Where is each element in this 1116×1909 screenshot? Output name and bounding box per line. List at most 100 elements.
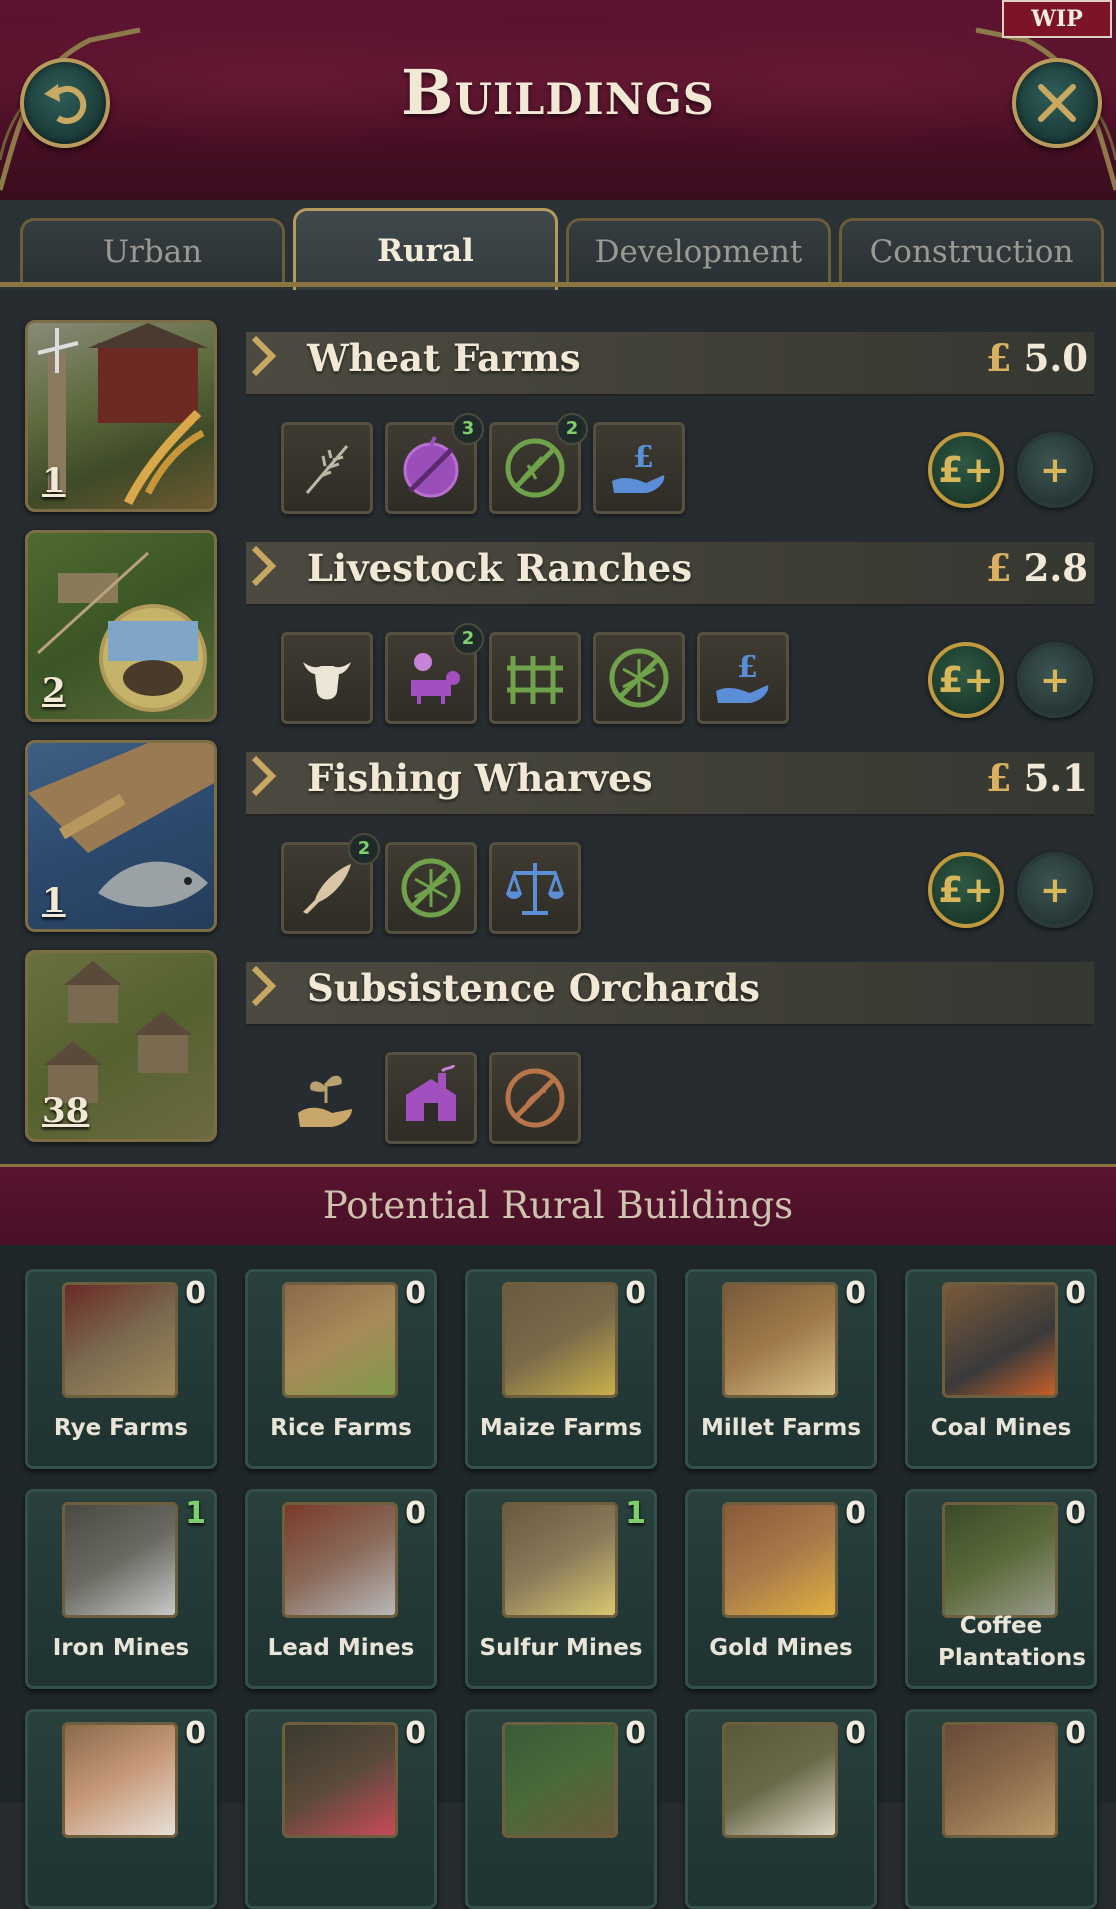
- ownership-merchant[interactable]: [489, 842, 581, 934]
- back-button[interactable]: [20, 58, 110, 148]
- card-label: Rice Farms: [270, 1415, 412, 1441]
- potential-card-gold-mines[interactable]: 0 Gold Mines: [685, 1489, 877, 1689]
- building-row-livestock-ranches: 2 Livestock Ranches £2.8 2 £ £+ +: [0, 530, 1116, 738]
- level-badge: 2: [348, 833, 380, 865]
- tea-plantations-image: [722, 1722, 838, 1838]
- card-label: Maize Farms: [479, 1415, 643, 1441]
- invest-button[interactable]: £+: [928, 432, 1004, 508]
- card-label: Gold Mines: [709, 1635, 853, 1661]
- no-weeds-icon: [505, 438, 565, 498]
- potential-card-sulfur-mines[interactable]: 1 Sulfur Mines: [465, 1489, 657, 1689]
- potential-card-tobacco-plantations[interactable]: 0: [465, 1709, 657, 1909]
- production-method-no-weeds[interactable]: 2: [489, 413, 588, 514]
- invest-button[interactable]: £+: [928, 642, 1004, 718]
- lead-mines-image: [282, 1502, 398, 1618]
- chevron-right-icon[interactable]: [248, 754, 278, 798]
- potential-card-dye-plantations[interactable]: 0: [245, 1709, 437, 1909]
- card-label: Rye Farms: [53, 1415, 189, 1441]
- tab-bar: Urban Rural Development Construction: [0, 200, 1116, 290]
- production-method-fishing[interactable]: 2: [281, 833, 380, 934]
- svg-text:£: £: [737, 650, 758, 685]
- building-count: 1: [42, 461, 66, 501]
- potential-card-coal-mines[interactable]: 0 Coal Mines: [905, 1269, 1097, 1469]
- factory-house-icon: [406, 1065, 456, 1121]
- price-value: 5.0: [1023, 336, 1088, 380]
- add-building-button[interactable]: +: [1017, 642, 1093, 718]
- potential-card-lead-mines[interactable]: 0 Lead Mines: [245, 1489, 437, 1689]
- tab-construction[interactable]: Construction: [839, 218, 1104, 284]
- level-badge: 2: [452, 623, 484, 655]
- sheep-icon: [411, 653, 460, 704]
- invest-button[interactable]: £+: [928, 852, 1004, 928]
- potential-card-opium-plantations[interactable]: 0: [905, 1709, 1097, 1909]
- opium-plantations-image: [942, 1722, 1058, 1838]
- add-building-button[interactable]: +: [1017, 852, 1093, 928]
- rice-farms-image: [282, 1282, 398, 1398]
- tab-development[interactable]: Development: [566, 218, 831, 284]
- ownership-subsidy[interactable]: £: [593, 422, 685, 514]
- production-method-fertilizer[interactable]: 3: [385, 413, 484, 514]
- production-method-cattle[interactable]: [281, 632, 373, 724]
- card-label: Iron Mines: [52, 1635, 190, 1661]
- building-count: 2: [42, 671, 66, 711]
- production-method-no-refrigeration[interactable]: [593, 632, 685, 724]
- iron-mines-image: [62, 1502, 178, 1618]
- production-method-no-refrigeration[interactable]: [385, 842, 477, 934]
- close-icon: [1038, 84, 1076, 122]
- potential-card-cotton-plantations[interactable]: 0: [25, 1709, 217, 1909]
- dye-plantations-image: [282, 1722, 398, 1838]
- building-count: 1: [185, 1496, 206, 1531]
- chevron-right-icon[interactable]: [248, 964, 278, 1008]
- subsistence-orchards-thumbnail[interactable]: 38: [25, 950, 217, 1142]
- fish-icon: [303, 864, 351, 914]
- card-label: Sulfur Mines: [479, 1635, 643, 1661]
- potential-card-maize-farms[interactable]: 0 Maize Farms: [465, 1269, 657, 1469]
- potential-card-rice-farms[interactable]: 0 Rice Farms: [245, 1269, 437, 1469]
- potential-card-coffee-plantations[interactable]: 0 Coffee Plantations: [905, 1489, 1097, 1689]
- building-row-subsistence-orchards: 38 Subsistence Orchards: [0, 950, 1116, 1158]
- production-method-no-harvest[interactable]: [489, 1052, 581, 1144]
- production-method-fencing[interactable]: [489, 632, 581, 724]
- potential-buildings-grid: 0 Rye Farms 0 Rice Farms 0 Maize Farms 0…: [0, 1245, 1116, 1909]
- ownership-subsidy[interactable]: £: [697, 632, 789, 724]
- building-count: 0: [185, 1276, 206, 1311]
- potential-card-millet-farms[interactable]: 0 Millet Farms: [685, 1269, 877, 1469]
- wheat-farms-thumbnail[interactable]: 1: [25, 320, 217, 512]
- tab-rural[interactable]: Rural: [293, 208, 558, 290]
- millet-farms-image: [722, 1282, 838, 1398]
- close-button[interactable]: [1012, 58, 1102, 148]
- tab-urban[interactable]: Urban: [20, 218, 285, 284]
- building-name: Wheat Farms: [307, 336, 581, 380]
- building-row-wheat-farms: 1 Wheat Farms £5.0 3 2 £ £+ +: [0, 320, 1116, 528]
- add-building-button[interactable]: +: [1017, 432, 1093, 508]
- page-title: Buildings: [401, 56, 715, 129]
- chevron-right-icon[interactable]: [248, 544, 278, 588]
- coffee-plantations-image: [942, 1502, 1058, 1618]
- building-count: 0: [1065, 1716, 1086, 1751]
- fishing-wharves-thumbnail[interactable]: 1: [25, 740, 217, 932]
- level-badge: 2: [556, 413, 588, 445]
- potential-card-rye-farms[interactable]: 0 Rye Farms: [25, 1269, 217, 1469]
- production-method-wheat[interactable]: [281, 422, 373, 514]
- subsidy-icon: £: [612, 440, 665, 493]
- potential-card-tea-plantations[interactable]: 0: [685, 1709, 877, 1909]
- tobacco-plantations-image: [502, 1722, 618, 1838]
- building-count: 0: [845, 1276, 866, 1311]
- building-count: 0: [625, 1716, 646, 1751]
- cotton-plantations-image: [62, 1722, 178, 1838]
- wip-badge: WIP: [1002, 0, 1112, 38]
- livestock-ranches-thumbnail[interactable]: 2: [25, 530, 217, 722]
- potential-card-iron-mines[interactable]: 1 Iron Mines: [25, 1489, 217, 1689]
- level-badge: 3: [452, 413, 484, 445]
- cow-head-icon: [303, 662, 351, 700]
- potential-buildings-header: Potential Rural Buildings: [0, 1164, 1116, 1248]
- chevron-right-icon[interactable]: [248, 334, 278, 378]
- production-method-cottage[interactable]: [385, 1052, 477, 1144]
- building-count: 0: [845, 1496, 866, 1531]
- building-name: Subsistence Orchards: [307, 966, 761, 1010]
- building-price: £5.1: [986, 756, 1088, 800]
- production-method-subsistence[interactable]: [281, 1052, 373, 1144]
- production-method-sheep[interactable]: 2: [385, 623, 484, 724]
- svg-text:£: £: [633, 440, 654, 475]
- building-count: 0: [405, 1716, 426, 1751]
